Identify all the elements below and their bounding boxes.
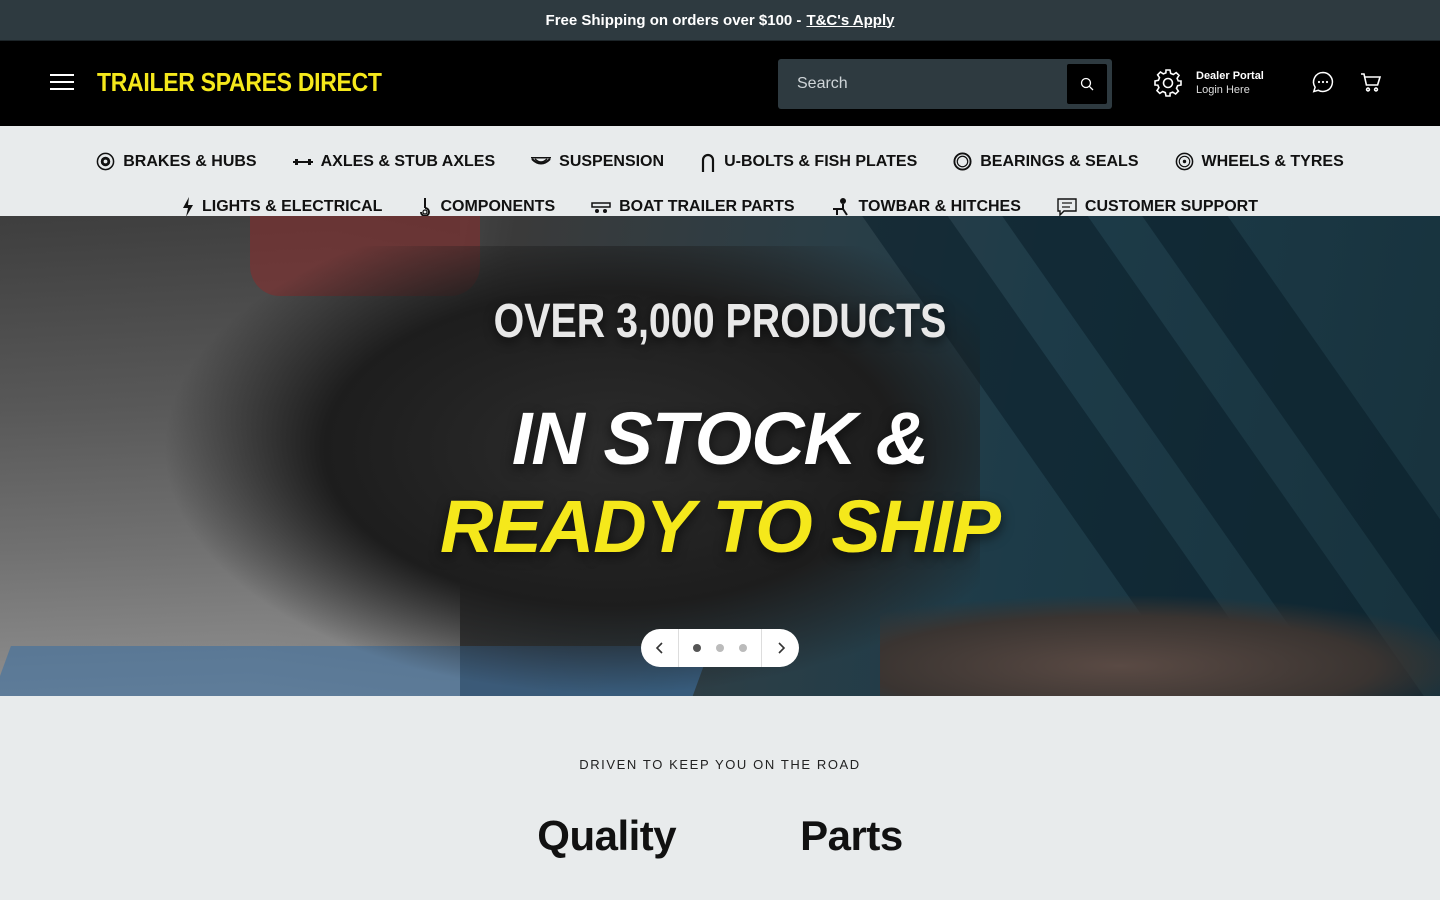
nav-axles[interactable]: AXLES & STUB AXLES: [292, 153, 495, 171]
nav-brakes-hubs[interactable]: BRAKES & HUBS: [96, 152, 257, 171]
dealer-portal-link[interactable]: Dealer Portal Login Here: [1152, 67, 1264, 99]
menu-icon[interactable]: [50, 74, 74, 92]
u-bolt-icon: [701, 153, 715, 172]
search-input[interactable]: [778, 59, 1067, 109]
intro-section: DRIVEN TO KEEP YOU ON THE ROAD Quality P…: [0, 696, 1440, 860]
hero-banner[interactable]: OVER 3,000 PRODUCTS IN STOCK & READY TO …: [0, 216, 1440, 696]
nav-customer-support[interactable]: CUSTOMER SUPPORT: [1057, 198, 1258, 216]
slider-controls: [641, 629, 799, 667]
wheel-icon: [1175, 152, 1193, 171]
nav-components[interactable]: COMPONENTS: [418, 197, 555, 217]
nav-towbar[interactable]: TOWBAR & HITCHES: [831, 197, 1021, 217]
hero-arm-image: [880, 596, 1440, 696]
hero-line-2: IN STOCK &: [511, 397, 929, 480]
slider-prev-button[interactable]: [641, 629, 678, 667]
nav-wheels[interactable]: WHEELS & TYRES: [1175, 152, 1344, 171]
hero-line-1: OVER 3,000 PRODUCTS: [493, 295, 947, 348]
announcement-bar: Free Shipping on orders over $100 - T&C'…: [0, 0, 1440, 41]
gear-icon: [1154, 69, 1182, 97]
chat-icon[interactable]: [1311, 70, 1335, 99]
leaf-spring-icon: [531, 156, 552, 164]
section-headline: Quality Parts: [0, 812, 1440, 860]
slider-dot-3[interactable]: [739, 644, 747, 652]
nav-boat-trailer[interactable]: BOAT TRAILER PARTS: [591, 198, 795, 216]
hitch-icon: [832, 198, 848, 216]
search-icon: [1080, 77, 1093, 90]
site-header: TRAILER SPARES DIRECT Dealer Portal Logi…: [0, 41, 1440, 126]
nav-bearings[interactable]: BEARINGS & SEALS: [953, 152, 1139, 171]
boat-trailer-icon: [591, 202, 611, 213]
slider-dots: [678, 629, 762, 667]
axle-icon: [292, 158, 313, 165]
category-nav: BRAKES & HUBS AXLES & STUB AXLES SUSPENS…: [0, 126, 1440, 217]
nav-lights[interactable]: LIGHTS & ELECTRICAL: [182, 197, 382, 217]
search-bar: [778, 59, 1112, 109]
slider-next-button[interactable]: [762, 629, 799, 667]
announcement-text: Free Shipping on orders over $100 -: [545, 11, 802, 29]
cart-icon[interactable]: [1359, 70, 1383, 99]
nav-ubolts[interactable]: U-BOLTS & FISH PLATES: [700, 152, 917, 172]
brake-disc-icon: [96, 152, 115, 171]
search-button[interactable]: [1067, 64, 1107, 104]
support-chat-icon: [1057, 198, 1077, 216]
dealer-portal-subtitle: Login Here: [1196, 84, 1250, 96]
section-eyebrow: DRIVEN TO KEEP YOU ON THE ROAD: [579, 757, 861, 772]
headline-word-1: Quality: [537, 812, 677, 859]
chevron-right-icon: [777, 642, 785, 654]
dealer-portal-title: Dealer Portal: [1196, 70, 1264, 82]
headline-word-2: Parts: [800, 812, 903, 859]
chevron-left-icon: [655, 642, 663, 654]
slider-dot-2[interactable]: [716, 644, 724, 652]
nav-row-1: BRAKES & HUBS AXLES & STUB AXLES SUSPENS…: [0, 139, 1440, 184]
hook-icon: [420, 198, 431, 217]
slider-dot-1[interactable]: [693, 644, 701, 652]
lightning-icon: [183, 197, 194, 217]
terms-link[interactable]: T&C's Apply: [806, 12, 894, 29]
bearing-icon: [953, 152, 972, 171]
hero-line-3: READY TO SHIP: [440, 485, 1001, 568]
nav-suspension[interactable]: SUSPENSION: [531, 153, 664, 171]
site-logo[interactable]: TRAILER SPARES DIRECT: [97, 67, 382, 97]
